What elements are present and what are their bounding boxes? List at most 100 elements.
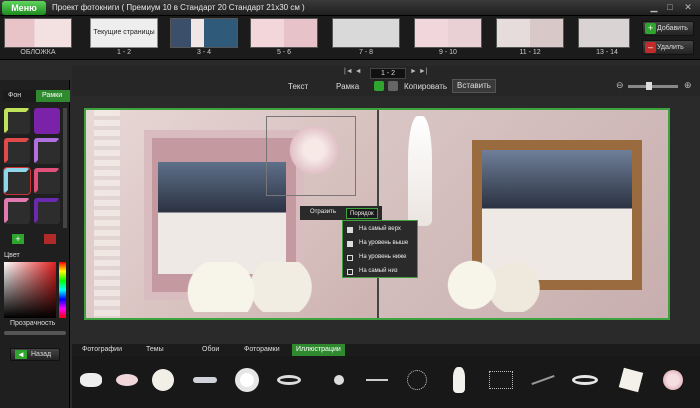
text-button[interactable]: Текст — [288, 82, 308, 91]
illustration-item[interactable] — [324, 360, 354, 400]
tab-themes[interactable]: Темы — [142, 344, 168, 356]
illustration-item[interactable] — [148, 360, 178, 400]
page-thumb-label: 13 - 14 — [596, 49, 618, 56]
illustration-item[interactable] — [444, 360, 474, 400]
illustration-item[interactable] — [232, 360, 262, 400]
page-thumb[interactable] — [578, 18, 630, 48]
dress-decoration[interactable] — [408, 116, 432, 226]
illustration-item[interactable] — [486, 360, 516, 400]
hue-slider[interactable] — [59, 262, 66, 318]
title-bar: Меню Проект фотокниги ( Премиум 10 в Ста… — [0, 0, 700, 16]
page-thumb-label: ОБЛОЖКА — [20, 49, 56, 56]
zoom-in-icon[interactable]: ⊕ — [684, 80, 692, 91]
current-pages-thumb[interactable]: Текущие страницы — [90, 18, 158, 48]
lace-ribbon — [94, 110, 120, 318]
add-page-label: Добавить — [657, 25, 688, 32]
page-thumb[interactable] — [414, 18, 482, 48]
send-to-back-item[interactable]: На самый низ — [347, 268, 417, 278]
page-thumb-cover[interactable] — [4, 18, 72, 48]
bring-forward-item[interactable]: На уровень выше — [347, 240, 417, 250]
paste-button[interactable]: Вставить — [452, 79, 496, 93]
close-icon[interactable]: ✕ — [682, 2, 694, 13]
tab-photos[interactable]: Фотографии — [78, 344, 126, 356]
transparency-slider[interactable] — [4, 331, 66, 335]
remove-frame-icon[interactable] — [44, 234, 56, 244]
send-to-back-label: На самый низ — [359, 268, 398, 274]
page-thumb[interactable] — [170, 18, 238, 48]
page-thumb[interactable] — [332, 18, 400, 48]
illustration-item[interactable] — [570, 360, 600, 400]
bottom-tabs: Фотографии Темы Обои Фоторамки Иллюстрац… — [72, 344, 700, 356]
illustration-item[interactable] — [190, 360, 220, 400]
illustration-item[interactable] — [274, 360, 304, 400]
frame-option[interactable] — [34, 198, 60, 224]
tab-illustrations[interactable]: Иллюстрации — [292, 344, 345, 356]
illustration-item[interactable] — [528, 360, 558, 400]
page-thumb[interactable] — [496, 18, 564, 48]
illustration-item[interactable] — [112, 360, 142, 400]
frame-button[interactable]: Рамка — [336, 82, 359, 91]
illustration-item[interactable] — [362, 360, 392, 400]
editor-toolbar: |◄ ◄ 1 - 2 ► ►| Текст Рамка Копировать В… — [72, 66, 700, 96]
send-backward-label: На уровень ниже — [359, 254, 407, 260]
page-thumb-label: 9 - 10 — [439, 49, 457, 56]
color-picker[interactable] — [4, 262, 56, 318]
roses-decoration[interactable] — [424, 252, 544, 312]
frame-option[interactable] — [34, 108, 60, 134]
zoom-slider-handle[interactable] — [646, 82, 652, 90]
transparency-label: Прозрачность — [10, 320, 56, 327]
frame-option[interactable] — [3, 167, 31, 195]
back-label: Назад — [31, 351, 52, 358]
reflect-menu-item[interactable]: Отразить — [310, 209, 336, 215]
bring-to-front-item[interactable]: На самый верх — [347, 226, 417, 236]
order-menu-item[interactable]: Порядок — [346, 208, 378, 219]
copy-button[interactable]: Копировать — [404, 82, 447, 91]
frame-option[interactable] — [34, 138, 60, 164]
tab-background[interactable]: Фон — [2, 90, 36, 102]
frame-option[interactable] — [4, 138, 30, 164]
menu-button[interactable]: Меню — [2, 1, 46, 15]
illustration-item[interactable] — [76, 360, 106, 400]
frame-option[interactable] — [4, 198, 30, 224]
illustration-item[interactable] — [658, 360, 688, 400]
illustration-item[interactable] — [616, 360, 646, 400]
page-thumb[interactable] — [250, 18, 318, 48]
frame-option[interactable] — [34, 168, 60, 194]
minimize-icon[interactable]: ▁ — [648, 2, 660, 13]
maximize-icon[interactable]: □ — [664, 2, 676, 13]
zoom-slider[interactable] — [628, 85, 678, 88]
tab-wallpapers[interactable]: Обои — [198, 344, 223, 356]
page-indicator: 1 - 2 — [370, 68, 406, 79]
send-backward-item[interactable]: На уровень ниже — [347, 254, 417, 264]
page-nav-next[interactable]: ► ►| — [410, 68, 428, 75]
roses-decoration[interactable] — [176, 262, 326, 312]
send-backward-icon — [347, 255, 353, 261]
color-label: Цвет — [4, 252, 20, 259]
crop-icon[interactable] — [388, 81, 398, 91]
delete-page-button[interactable]: – Удалить — [642, 40, 694, 55]
flower-decoration[interactable] — [286, 122, 342, 178]
send-to-back-icon — [347, 269, 353, 275]
bring-to-front-icon — [347, 227, 353, 233]
zoom-out-icon[interactable]: ⊖ — [616, 80, 624, 91]
plus-icon: + — [645, 23, 656, 34]
order-submenu: На самый верх На уровень выше На уровень… — [342, 220, 418, 278]
bring-forward-label: На уровень выше — [359, 240, 409, 246]
page-thumb-label: 1 - 2 — [116, 49, 131, 56]
minus-icon: – — [645, 42, 656, 53]
flip-icon[interactable] — [374, 81, 384, 91]
bring-to-front-label: На самый верх — [359, 226, 401, 232]
illustration-item[interactable] — [402, 360, 432, 400]
context-menu-bar: Отразить Порядок — [300, 206, 382, 220]
page-thumb-label: 5 - 6 — [276, 49, 291, 56]
tab-frames[interactable]: Рамки — [36, 90, 70, 102]
back-arrow-icon: ◄ — [15, 350, 27, 359]
back-button[interactable]: ◄ Назад — [10, 348, 60, 361]
page-thumb-label: 11 - 12 — [519, 49, 541, 56]
add-frame-icon[interactable]: + — [12, 234, 24, 244]
frames-scrollbar[interactable] — [63, 108, 67, 228]
add-page-button[interactable]: + Добавить — [642, 21, 694, 36]
tab-photo-frames[interactable]: Фоторамки — [240, 344, 284, 356]
frame-option[interactable] — [4, 108, 30, 134]
page-nav-prev[interactable]: |◄ ◄ — [344, 68, 362, 75]
